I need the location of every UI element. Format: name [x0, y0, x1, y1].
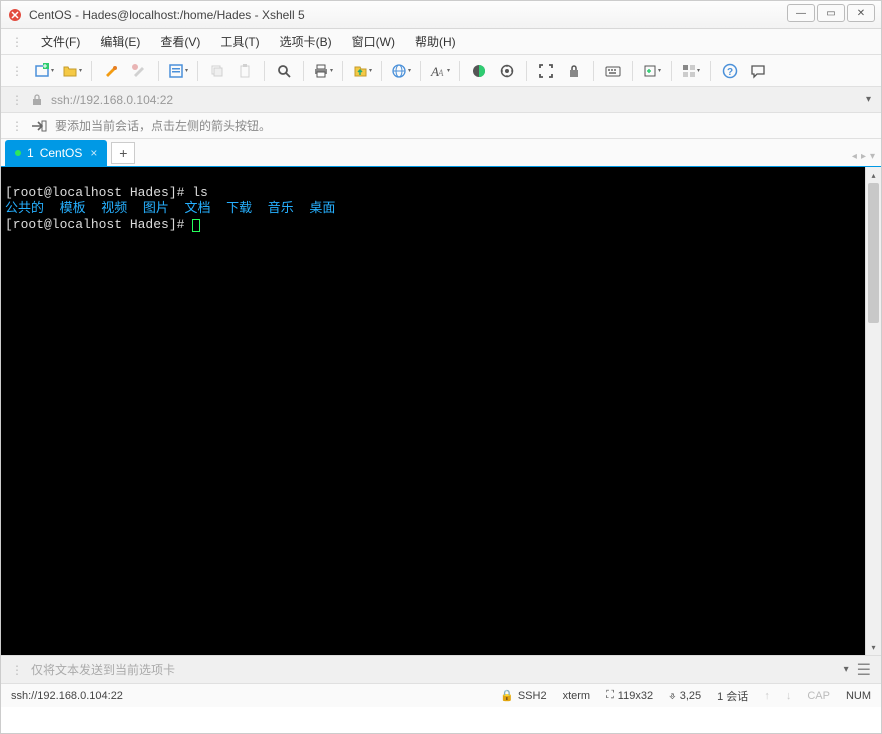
- lock-icon: 🔒: [500, 689, 514, 702]
- fullscreen-button[interactable]: [533, 59, 559, 83]
- minimize-button[interactable]: —: [787, 4, 815, 22]
- menubar: ⋮ 文件(F) 编辑(E) 查看(V) 工具(T) 选项卡(B) 窗口(W) 帮…: [1, 29, 881, 55]
- size-icon: ⛶: [606, 689, 614, 702]
- maximize-button[interactable]: ▭: [817, 4, 845, 22]
- menu-view[interactable]: 查看(V): [152, 30, 208, 53]
- hint-text: 要添加当前会话，点击左侧的箭头按钮。: [55, 117, 271, 134]
- svg-text:?: ?: [727, 67, 733, 78]
- app-icon: [7, 7, 23, 23]
- layout-button[interactable]: ▾: [678, 59, 704, 83]
- run-script-button[interactable]: ▾: [639, 59, 665, 83]
- menu-edit[interactable]: 编辑(E): [92, 30, 148, 53]
- tabbar: 1 CentOS × + ◂ ▸ ▾: [1, 139, 881, 167]
- status-protocol: 🔒 SSH2: [500, 689, 546, 702]
- titlebar: CentOS - Hades@localhost:/home/Hades - X…: [1, 1, 881, 29]
- scroll-down-button[interactable]: ▾: [866, 639, 881, 655]
- status-terminal-type: xterm: [563, 690, 591, 702]
- help-button[interactable]: ?: [717, 59, 743, 83]
- tab-prev-button[interactable]: ◂: [852, 151, 857, 162]
- tab-close-button[interactable]: ×: [90, 146, 97, 160]
- tab-index: 1: [27, 146, 34, 160]
- cursor-icon: ⎀: [669, 689, 676, 702]
- lock-icon: [31, 94, 43, 106]
- compose-dropdown[interactable]: ▾: [844, 664, 849, 675]
- paste-button: [232, 59, 258, 83]
- color-scheme-button[interactable]: [466, 59, 492, 83]
- arrow-add-icon[interactable]: [31, 119, 47, 133]
- find-button[interactable]: [271, 59, 297, 83]
- copy-button: [204, 59, 230, 83]
- traffic-up-icon: ↑: [764, 690, 770, 702]
- scroll-thumb[interactable]: [868, 183, 879, 323]
- tab-label: CentOS: [40, 146, 83, 160]
- transfer-button[interactable]: ▾: [349, 59, 375, 83]
- compose-input[interactable]: 仅将文本发送到当前选项卡: [31, 661, 836, 678]
- tab-next-button[interactable]: ▸: [861, 151, 866, 162]
- status-sessions: 1 会话: [717, 688, 748, 704]
- close-button[interactable]: ✕: [847, 4, 875, 22]
- new-session-button[interactable]: ▾: [31, 59, 57, 83]
- scrollbar[interactable]: ▴ ▾: [865, 167, 881, 655]
- status-cap: CAP: [807, 690, 830, 702]
- tab-active[interactable]: 1 CentOS ×: [5, 140, 107, 166]
- disconnect-button: [126, 59, 152, 83]
- address-input[interactable]: ssh://192.168.0.104:22: [51, 93, 858, 107]
- toolbar: ⋮ ▾ ▾ ▾ ▾ ▾ ▾ AA ▾: [1, 55, 881, 87]
- scroll-up-button[interactable]: ▴: [866, 167, 881, 183]
- font-button[interactable]: AA ▾: [427, 59, 453, 83]
- compose-bar: ⋮ 仅将文本发送到当前选项卡 ▾ ☰: [1, 655, 881, 683]
- menu-tab[interactable]: 选项卡(B): [272, 30, 340, 53]
- ls-output: 公共的 模板 视频 图片 文档 下载 音乐 桌面: [5, 201, 335, 216]
- grip-icon: ⋮: [11, 663, 23, 677]
- status-dot-icon: [15, 150, 21, 156]
- keymap-button[interactable]: [600, 59, 626, 83]
- status-size: ⛶ 119x32: [606, 689, 653, 702]
- web-button[interactable]: ▾: [388, 59, 414, 83]
- statusbar: ssh://192.168.0.104:22 🔒 SSH2 xterm ⛶ 11…: [1, 683, 881, 707]
- tab-list-button[interactable]: ▾: [870, 151, 875, 162]
- print-button[interactable]: ▾: [310, 59, 336, 83]
- cursor: [192, 219, 200, 232]
- properties-button[interactable]: ▾: [165, 59, 191, 83]
- menu-help[interactable]: 帮助(H): [407, 30, 464, 53]
- open-button[interactable]: ▾: [59, 59, 85, 83]
- terminal[interactable]: [root@localhost Hades]# ls 公共的 模板 视频 图片 …: [1, 167, 881, 655]
- grip-icon: ⋮: [11, 35, 23, 49]
- highlight-button[interactable]: [494, 59, 520, 83]
- grip-icon: ⋮: [11, 93, 23, 107]
- feedback-button[interactable]: [745, 59, 771, 83]
- svg-text:A: A: [437, 68, 444, 78]
- menu-tools[interactable]: 工具(T): [212, 30, 267, 53]
- lock-button[interactable]: [561, 59, 587, 83]
- menu-icon[interactable]: ☰: [857, 660, 871, 680]
- grip-icon: ⋮: [11, 119, 23, 133]
- prompt-line: [root@localhost Hades]# ls: [5, 185, 208, 200]
- menu-file[interactable]: 文件(F): [33, 30, 88, 53]
- prompt-line: [root@localhost Hades]#: [5, 217, 192, 232]
- address-dropdown[interactable]: ▾: [866, 94, 871, 105]
- status-cursor-pos: ⎀ 3,25: [669, 689, 701, 702]
- status-num: NUM: [846, 690, 871, 702]
- reconnect-button[interactable]: [98, 59, 124, 83]
- window-title: CentOS - Hades@localhost:/home/Hades - X…: [29, 8, 305, 22]
- traffic-down-icon: ↓: [786, 690, 792, 702]
- menu-window[interactable]: 窗口(W): [344, 30, 403, 53]
- addressbar: ⋮ ssh://192.168.0.104:22 ▾: [1, 87, 881, 113]
- tab-add-button[interactable]: +: [111, 142, 135, 164]
- status-connection: ssh://192.168.0.104:22: [11, 690, 123, 702]
- hintbar: ⋮ 要添加当前会话，点击左侧的箭头按钮。: [1, 113, 881, 139]
- grip-icon: ⋮: [11, 64, 23, 78]
